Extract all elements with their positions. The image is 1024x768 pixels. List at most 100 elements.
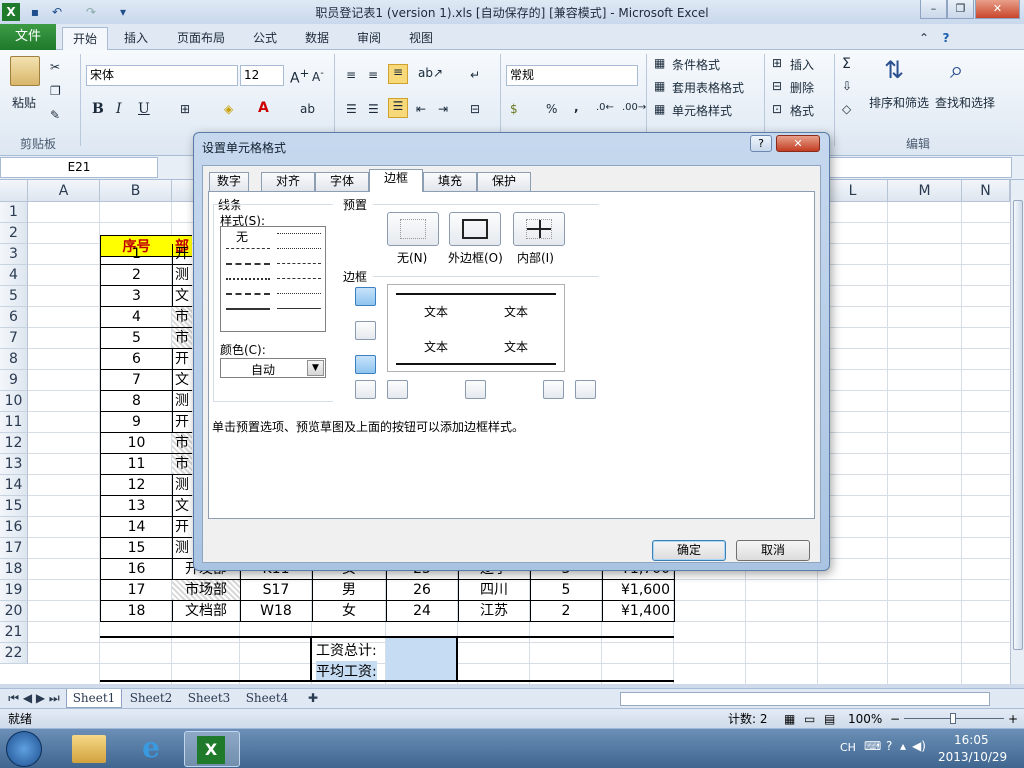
clear-icon[interactable]: ◇ xyxy=(842,102,851,116)
border-diagonal-down-button[interactable] xyxy=(575,380,596,399)
shrink-font-icon[interactable]: A- xyxy=(312,68,324,84)
restore-button[interactable]: ❐ xyxy=(947,0,974,19)
tab-insert[interactable]: 插入 xyxy=(114,27,158,50)
row-header[interactable]: 9 xyxy=(0,370,28,391)
tab-review[interactable]: 审阅 xyxy=(348,27,390,50)
tab-formulas[interactable]: 公式 xyxy=(244,27,286,50)
increase-decimal-icon[interactable]: .0← xyxy=(596,102,614,113)
horizontal-scrollbar[interactable] xyxy=(620,692,990,706)
conditional-format-button[interactable]: 条件格式 xyxy=(672,56,720,73)
border-center-button[interactable] xyxy=(465,380,486,399)
table-cell-place[interactable]: 四川 xyxy=(458,580,531,601)
cell-styles-button[interactable]: 单元格样式 xyxy=(672,102,732,119)
line-style-option[interactable] xyxy=(277,248,321,249)
border-left-button[interactable] xyxy=(387,380,408,399)
tab-file[interactable]: 文件 xyxy=(0,24,56,50)
help-tray-icon[interactable]: ? xyxy=(886,739,892,753)
dialog-help-button[interactable]: ? xyxy=(750,135,772,152)
increase-indent-icon[interactable]: ⇥ xyxy=(438,102,448,116)
format-button[interactable]: 格式 xyxy=(790,102,814,119)
serial-cell[interactable]: 4 xyxy=(100,307,173,328)
serial-cell[interactable]: 1 xyxy=(100,244,173,265)
table-cell-dept[interactable]: 文档部 xyxy=(172,601,241,622)
dept-cell[interactable]: 测 xyxy=(172,475,192,496)
row-header[interactable]: 13 xyxy=(0,454,28,475)
dialog-tab-font[interactable]: 字体 xyxy=(315,172,369,191)
bold-button[interactable]: B xyxy=(92,101,104,117)
tab-view[interactable]: 视图 xyxy=(400,27,442,50)
start-button[interactable] xyxy=(6,731,42,767)
row-header[interactable]: 5 xyxy=(0,286,28,307)
table-cell-age[interactable]: 24 xyxy=(386,601,459,622)
dept-cell[interactable]: 测 xyxy=(172,538,192,559)
fill-icon[interactable]: ⇩ xyxy=(842,79,852,93)
serial-cell[interactable]: 7 xyxy=(100,370,173,391)
clock-time[interactable]: 16:05 xyxy=(954,733,989,747)
view-pagebreak-icon[interactable]: ▤ xyxy=(824,710,835,728)
line-style-option[interactable] xyxy=(226,248,270,249)
table-cell-dept[interactable]: 市场部 xyxy=(172,580,241,601)
dept-cell[interactable]: 文 xyxy=(172,370,192,391)
sort-filter-icon[interactable]: ⇅ xyxy=(884,56,904,84)
decrease-decimal-icon[interactable]: .00→ xyxy=(622,102,646,113)
zoom-in-button[interactable]: + xyxy=(1008,710,1018,728)
copy-icon[interactable]: ❐ xyxy=(50,84,61,98)
excel-taskbar-button[interactable]: X xyxy=(184,731,240,767)
serial-cell[interactable]: 9 xyxy=(100,412,173,433)
column-header[interactable]: A xyxy=(28,180,100,202)
column-header[interactable]: N xyxy=(962,180,1010,202)
ribbon-minimize-icon[interactable]: ⌃ xyxy=(916,27,932,50)
font-color-icon[interactable]: A xyxy=(258,100,269,116)
tray-arrow-icon[interactable]: ▴ xyxy=(900,739,906,753)
dialog-tab-protection[interactable]: 保护 xyxy=(477,172,531,191)
find-select-icon[interactable]: ⌕ xyxy=(950,56,963,84)
line-style-list[interactable]: 无 xyxy=(220,226,326,332)
row-header[interactable]: 7 xyxy=(0,328,28,349)
italic-button[interactable]: I xyxy=(116,101,122,117)
format-table-button[interactable]: 套用表格格式 xyxy=(672,79,744,96)
fill-color-icon[interactable]: ◈ xyxy=(224,102,233,116)
ie-icon[interactable]: e xyxy=(134,732,168,766)
row-header[interactable]: 2 xyxy=(0,223,28,244)
font-name-select[interactable]: 宋体 xyxy=(86,65,238,86)
autosum-icon[interactable]: Σ xyxy=(842,56,851,72)
cut-icon[interactable]: ✂ xyxy=(50,60,60,74)
grow-font-icon[interactable]: A+ xyxy=(290,66,309,87)
preset-inside-button[interactable] xyxy=(513,212,565,246)
dialog-close-button[interactable]: ✕ xyxy=(776,135,820,152)
row-header[interactable]: 16 xyxy=(0,517,28,538)
sheet-tab-sheet1[interactable]: Sheet1 xyxy=(66,689,122,708)
row-header[interactable]: 21 xyxy=(0,622,28,643)
line-style-option[interactable] xyxy=(277,233,321,234)
serial-cell[interactable]: 10 xyxy=(100,433,173,454)
row-header[interactable]: 8 xyxy=(0,349,28,370)
dept-cell[interactable]: 测 xyxy=(172,391,192,412)
sheet-tab-sheet3[interactable]: Sheet3 xyxy=(182,689,236,708)
ok-button[interactable]: 确定 xyxy=(652,540,726,561)
preset-outline-button[interactable] xyxy=(449,212,501,246)
tab-page-layout[interactable]: 页面布局 xyxy=(170,27,232,50)
dept-cell[interactable]: 测 xyxy=(172,265,192,286)
serial-cell[interactable]: 12 xyxy=(100,475,173,496)
table-cell-place[interactable]: 江苏 xyxy=(458,601,531,622)
line-style-option[interactable] xyxy=(226,278,270,280)
line-style-option[interactable] xyxy=(226,308,270,310)
dept-cell[interactable]: 市 xyxy=(172,328,192,349)
table-cell-sex[interactable]: 男 xyxy=(312,580,387,601)
view-normal-icon[interactable]: ▦ xyxy=(784,710,795,728)
explorer-icon[interactable] xyxy=(72,735,106,763)
row-header[interactable]: 11 xyxy=(0,412,28,433)
tab-data[interactable]: 数据 xyxy=(296,27,338,50)
serial-cell[interactable]: 8 xyxy=(100,391,173,412)
dept-cell[interactable]: 文 xyxy=(172,496,192,517)
view-layout-icon[interactable]: ▭ xyxy=(804,710,815,728)
phonetic-icon[interactable]: ab xyxy=(300,102,315,116)
table-cell-id[interactable]: W18 xyxy=(240,601,313,622)
find-select-button[interactable]: 查找和选择 xyxy=(935,94,995,111)
sort-filter-button[interactable]: 排序和筛选 xyxy=(869,94,929,111)
row-header[interactable]: 22 xyxy=(0,643,28,664)
line-style-option[interactable] xyxy=(226,293,270,295)
row-header[interactable]: 14 xyxy=(0,475,28,496)
column-header[interactable]: M xyxy=(888,180,962,202)
border-right-button[interactable] xyxy=(543,380,564,399)
